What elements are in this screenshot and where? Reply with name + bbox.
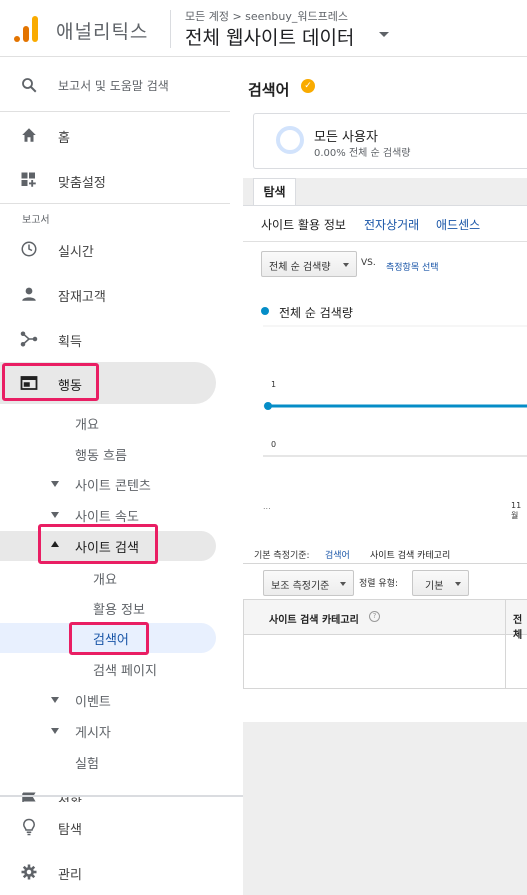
table-border <box>243 599 244 689</box>
highlight-box <box>38 524 158 564</box>
caret-down-icon <box>343 263 349 267</box>
column-header-total[interactable]: 전체 <box>513 611 527 641</box>
sidebar-item-label: 맞춤설정 <box>58 176 106 191</box>
analytics-logo-icon[interactable] <box>12 14 42 44</box>
sidebar-item-audience[interactable]: 잠재고객 <box>0 274 243 314</box>
legend-label: 전체 순 검색량 <box>279 306 353 320</box>
report-panel: 사이트 활용 정보 전자상거래 애드센스 전체 순 검색량 VS. 측정항목 선… <box>243 206 527 722</box>
sidebar-subitem-search-usage[interactable]: 활용 정보 <box>93 599 145 618</box>
sidebar-item-label: 획득 <box>58 335 82 350</box>
sidebar-item-realtime[interactable]: 실시간 <box>0 229 243 269</box>
sidebar-subitem-behavior-flow[interactable]: 행동 흐름 <box>75 445 127 464</box>
y-tick-label: 1 <box>271 380 277 389</box>
vs-label: VS. <box>361 258 376 268</box>
sidebar-subitem-experiments[interactable]: 실험 <box>75 753 99 772</box>
gear-icon <box>21 864 37 880</box>
panel-divider <box>243 241 527 242</box>
data-point <box>264 402 272 410</box>
search-label: 보고서 및 도움말 검색 <box>58 79 169 93</box>
sidebar-item-label: 잠재고객 <box>58 290 106 305</box>
account-breadcrumb[interactable]: 모든 계정 > seenbuy_워드프레스 <box>185 8 348 24</box>
sidebar-item-home[interactable]: 홈 <box>0 115 243 155</box>
metric-dropdown-label: 전체 순 검색량 <box>269 262 331 273</box>
caret-down-icon <box>340 582 346 586</box>
main-content: 검색어 ✓ 모든 사용자 0.00% 전체 순 검색량 탐색 사이트 활용 정보… <box>243 57 527 895</box>
sidebar-item-label: 탐색 <box>58 823 82 838</box>
sidebar-item-admin[interactable]: 관리 <box>0 852 243 892</box>
sort-dropdown[interactable]: 기본 <box>412 570 469 596</box>
sidebar-subitem-site-speed[interactable]: 사이트 속도 <box>75 506 139 525</box>
sidebar-search[interactable]: 보고서 및 도움말 검색 <box>0 65 243 105</box>
verified-badge-icon: ✓ <box>301 79 315 93</box>
expand-triangle-icon[interactable] <box>51 697 59 703</box>
table-row-divider <box>243 688 527 689</box>
segment-card[interactable]: 모든 사용자 0.00% 전체 순 검색량 <box>253 113 527 169</box>
primary-dimension-site-search-category[interactable]: 사이트 검색 카테고리 <box>370 548 450 561</box>
y-tick-label: 0 <box>271 440 277 449</box>
dashboard-plus-icon <box>21 172 36 187</box>
data-table-header: 사이트 검색 카테고리 ? 전체 <box>243 599 527 641</box>
sort-value: 기본 <box>425 581 444 592</box>
sidebar-subitem-search-pages[interactable]: 검색 페이지 <box>93 660 157 679</box>
sidebar-divider <box>0 795 243 797</box>
sidebar-item-customization[interactable]: 맞춤설정 <box>0 160 243 200</box>
subtab-site-usage[interactable]: 사이트 활용 정보 <box>261 216 346 233</box>
sidebar-item-acquisition[interactable]: 획득 <box>0 319 243 359</box>
app-name: 애널리틱스 <box>56 21 149 43</box>
lightbulb-icon <box>22 818 36 836</box>
metric-select-link[interactable]: 측정항목 선택 <box>386 260 439 273</box>
sidebar-item-label: 홈 <box>58 131 70 146</box>
expand-triangle-icon[interactable] <box>51 512 59 518</box>
highlight-box <box>2 363 99 401</box>
metric-dropdown[interactable]: 전체 순 검색량 <box>261 251 357 277</box>
secondary-dimension-label: 보조 측정기준 <box>271 581 330 592</box>
column-divider <box>505 599 506 689</box>
sidebar-subitem-behavior-overview[interactable]: 개요 <box>75 414 99 433</box>
subtab-ecommerce[interactable]: 전자상거래 <box>364 216 419 233</box>
sidebar-item-label: 실시간 <box>58 245 94 260</box>
panel-divider <box>243 563 527 564</box>
subtab-adsense[interactable]: 애드센스 <box>436 216 480 233</box>
help-icon[interactable]: ? <box>369 611 380 622</box>
search-icon <box>22 78 37 93</box>
primary-dimension-search-terms[interactable]: 검색어 <box>325 548 350 561</box>
primary-dimension-label: 기본 측정기준: <box>254 551 310 561</box>
header-divider <box>170 10 171 48</box>
segment-subtitle: 0.00% 전체 순 검색량 <box>314 148 411 159</box>
acquisition-icon <box>20 331 38 347</box>
sidebar-subitem-site-content[interactable]: 사이트 콘텐츠 <box>75 475 151 494</box>
tab-explore[interactable]: 탐색 <box>253 178 296 205</box>
x-tick-label: 11월 <box>511 501 522 520</box>
line-chart <box>263 325 527 457</box>
top-header: 애널리틱스 모든 계정 > seenbuy_워드프레스 전체 웹사이트 데이터 <box>0 0 527 57</box>
sidebar-subitem-publisher[interactable]: 게시자 <box>75 722 111 741</box>
chevron-down-icon[interactable] <box>379 32 389 37</box>
home-icon <box>22 128 36 142</box>
secondary-dimension-dropdown[interactable]: 보조 측정기준 <box>263 570 354 596</box>
sidebar-item-discover[interactable]: 탐색 <box>0 807 243 847</box>
highlight-box <box>69 622 149 655</box>
segment-title: 모든 사용자 <box>314 130 378 145</box>
view-selector[interactable]: 전체 웹사이트 데이터 <box>185 23 354 50</box>
person-icon <box>22 287 36 301</box>
sidebar-item-label: 관리 <box>58 868 82 883</box>
legend-dot-icon <box>261 307 269 315</box>
page-title: 검색어 <box>248 81 290 99</box>
sidebar-subitem-events[interactable]: 이벤트 <box>75 691 111 710</box>
sidebar-item-conversions[interactable]: 전환 <box>0 782 243 802</box>
expand-triangle-icon[interactable] <box>51 481 59 487</box>
sidebar-subitem-search-overview[interactable]: 개요 <box>93 569 117 588</box>
column-header-site-search-category[interactable]: 사이트 검색 카테고리 <box>269 611 359 626</box>
caret-down-icon <box>455 582 461 586</box>
sort-label: 정렬 유형: <box>359 579 399 589</box>
sidebar-divider <box>0 111 230 112</box>
sidebar-divider <box>0 203 230 204</box>
x-tick-label: ... <box>263 502 271 511</box>
expand-triangle-icon[interactable] <box>51 728 59 734</box>
segment-ring-icon <box>276 126 304 154</box>
sidebar: 보고서 및 도움말 검색 홈 맞춤설정 보고서 실시간 잠재고객 획득 행동 개… <box>0 57 243 895</box>
clock-icon <box>21 241 37 257</box>
reports-section-label: 보고서 <box>22 215 50 226</box>
